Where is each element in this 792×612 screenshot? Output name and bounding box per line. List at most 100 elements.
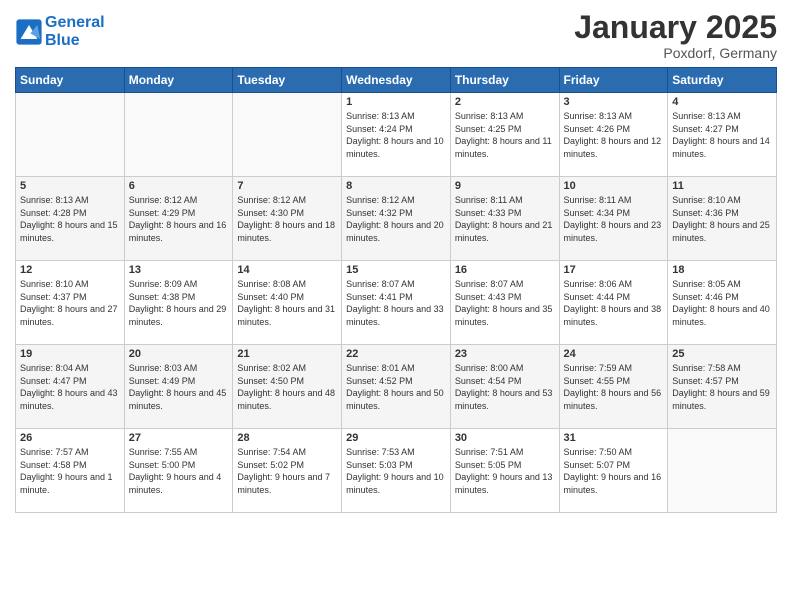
day-daylight: Daylight: 8 hours and 45 minutes. — [129, 387, 229, 412]
day-sunrise: Sunrise: 8:13 AM — [20, 194, 120, 207]
calendar-week-5: 26Sunrise: 7:57 AMSunset: 4:58 PMDayligh… — [16, 429, 777, 513]
day-number: 29 — [346, 432, 446, 444]
calendar-cell: 21Sunrise: 8:02 AMSunset: 4:50 PMDayligh… — [233, 345, 342, 429]
day-sunset: Sunset: 4:26 PM — [564, 123, 664, 136]
day-sunset: Sunset: 4:38 PM — [129, 291, 229, 304]
day-sunset: Sunset: 4:25 PM — [455, 123, 555, 136]
col-saturday: Saturday — [668, 68, 777, 93]
day-sunrise: Sunrise: 7:51 AM — [455, 446, 555, 459]
day-number: 15 — [346, 264, 446, 276]
day-sunrise: Sunrise: 8:12 AM — [237, 194, 337, 207]
location: Poxdorf, Germany — [574, 45, 777, 61]
col-tuesday: Tuesday — [233, 68, 342, 93]
day-sunrise: Sunrise: 8:05 AM — [672, 278, 772, 291]
day-daylight: Daylight: 8 hours and 14 minutes. — [672, 135, 772, 160]
day-sunset: Sunset: 5:07 PM — [564, 459, 664, 472]
day-number: 25 — [672, 348, 772, 360]
day-daylight: Daylight: 8 hours and 35 minutes. — [455, 303, 555, 328]
calendar-cell: 26Sunrise: 7:57 AMSunset: 4:58 PMDayligh… — [16, 429, 125, 513]
calendar-cell: 23Sunrise: 8:00 AMSunset: 4:54 PMDayligh… — [450, 345, 559, 429]
day-daylight: Daylight: 8 hours and 40 minutes. — [672, 303, 772, 328]
day-daylight: Daylight: 8 hours and 11 minutes. — [455, 135, 555, 160]
day-number: 8 — [346, 180, 446, 192]
day-daylight: Daylight: 8 hours and 56 minutes. — [564, 387, 664, 412]
day-number: 22 — [346, 348, 446, 360]
day-number: 23 — [455, 348, 555, 360]
calendar-cell: 19Sunrise: 8:04 AMSunset: 4:47 PMDayligh… — [16, 345, 125, 429]
calendar-cell: 1Sunrise: 8:13 AMSunset: 4:24 PMDaylight… — [342, 93, 451, 177]
calendar-cell: 30Sunrise: 7:51 AMSunset: 5:05 PMDayligh… — [450, 429, 559, 513]
day-daylight: Daylight: 8 hours and 16 minutes. — [129, 219, 229, 244]
day-sunrise: Sunrise: 7:54 AM — [237, 446, 337, 459]
header: General Blue January 2025 Poxdorf, Germa… — [15, 10, 777, 61]
day-sunrise: Sunrise: 8:11 AM — [455, 194, 555, 207]
calendar-cell: 17Sunrise: 8:06 AMSunset: 4:44 PMDayligh… — [559, 261, 668, 345]
day-number: 19 — [20, 348, 120, 360]
calendar-cell — [124, 93, 233, 177]
day-number: 1 — [346, 96, 446, 108]
day-number: 31 — [564, 432, 664, 444]
logo: General Blue — [15, 14, 105, 49]
calendar-cell: 31Sunrise: 7:50 AMSunset: 5:07 PMDayligh… — [559, 429, 668, 513]
day-sunrise: Sunrise: 8:02 AM — [237, 362, 337, 375]
day-sunrise: Sunrise: 8:13 AM — [564, 110, 664, 123]
day-daylight: Daylight: 8 hours and 33 minutes. — [346, 303, 446, 328]
calendar-cell: 27Sunrise: 7:55 AMSunset: 5:00 PMDayligh… — [124, 429, 233, 513]
day-number: 17 — [564, 264, 664, 276]
col-friday: Friday — [559, 68, 668, 93]
day-daylight: Daylight: 8 hours and 53 minutes. — [455, 387, 555, 412]
day-sunrise: Sunrise: 8:10 AM — [20, 278, 120, 291]
day-sunrise: Sunrise: 8:03 AM — [129, 362, 229, 375]
day-number: 6 — [129, 180, 229, 192]
day-sunrise: Sunrise: 7:59 AM — [564, 362, 664, 375]
day-daylight: Daylight: 8 hours and 48 minutes. — [237, 387, 337, 412]
calendar-week-3: 12Sunrise: 8:10 AMSunset: 4:37 PMDayligh… — [16, 261, 777, 345]
day-sunset: Sunset: 5:02 PM — [237, 459, 337, 472]
day-daylight: Daylight: 9 hours and 7 minutes. — [237, 471, 337, 496]
day-sunrise: Sunrise: 7:58 AM — [672, 362, 772, 375]
calendar-cell: 4Sunrise: 8:13 AMSunset: 4:27 PMDaylight… — [668, 93, 777, 177]
day-sunrise: Sunrise: 8:12 AM — [346, 194, 446, 207]
calendar-cell — [233, 93, 342, 177]
day-sunset: Sunset: 4:33 PM — [455, 207, 555, 220]
day-sunrise: Sunrise: 8:07 AM — [455, 278, 555, 291]
calendar-cell: 25Sunrise: 7:58 AMSunset: 4:57 PMDayligh… — [668, 345, 777, 429]
day-sunset: Sunset: 4:44 PM — [564, 291, 664, 304]
calendar-week-4: 19Sunrise: 8:04 AMSunset: 4:47 PMDayligh… — [16, 345, 777, 429]
day-sunrise: Sunrise: 7:55 AM — [129, 446, 229, 459]
calendar-cell: 18Sunrise: 8:05 AMSunset: 4:46 PMDayligh… — [668, 261, 777, 345]
day-daylight: Daylight: 8 hours and 12 minutes. — [564, 135, 664, 160]
day-daylight: Daylight: 8 hours and 21 minutes. — [455, 219, 555, 244]
calendar-cell: 2Sunrise: 8:13 AMSunset: 4:25 PMDaylight… — [450, 93, 559, 177]
calendar-cell — [668, 429, 777, 513]
day-sunset: Sunset: 4:36 PM — [672, 207, 772, 220]
calendar-cell — [16, 93, 125, 177]
day-number: 21 — [237, 348, 337, 360]
day-number: 18 — [672, 264, 772, 276]
col-monday: Monday — [124, 68, 233, 93]
day-sunrise: Sunrise: 8:08 AM — [237, 278, 337, 291]
day-number: 28 — [237, 432, 337, 444]
day-daylight: Daylight: 8 hours and 20 minutes. — [346, 219, 446, 244]
day-sunset: Sunset: 4:27 PM — [672, 123, 772, 136]
day-sunset: Sunset: 4:52 PM — [346, 375, 446, 388]
day-number: 26 — [20, 432, 120, 444]
day-sunrise: Sunrise: 8:12 AM — [129, 194, 229, 207]
day-sunset: Sunset: 5:00 PM — [129, 459, 229, 472]
day-sunrise: Sunrise: 8:10 AM — [672, 194, 772, 207]
weekday-row: Sunday Monday Tuesday Wednesday Thursday… — [16, 68, 777, 93]
day-sunrise: Sunrise: 8:13 AM — [346, 110, 446, 123]
day-number: 5 — [20, 180, 120, 192]
day-daylight: Daylight: 9 hours and 16 minutes. — [564, 471, 664, 496]
calendar-cell: 10Sunrise: 8:11 AMSunset: 4:34 PMDayligh… — [559, 177, 668, 261]
col-wednesday: Wednesday — [342, 68, 451, 93]
calendar-cell: 5Sunrise: 8:13 AMSunset: 4:28 PMDaylight… — [16, 177, 125, 261]
calendar-cell: 9Sunrise: 8:11 AMSunset: 4:33 PMDaylight… — [450, 177, 559, 261]
calendar-cell: 22Sunrise: 8:01 AMSunset: 4:52 PMDayligh… — [342, 345, 451, 429]
day-sunrise: Sunrise: 8:09 AM — [129, 278, 229, 291]
calendar-cell: 24Sunrise: 7:59 AMSunset: 4:55 PMDayligh… — [559, 345, 668, 429]
day-number: 13 — [129, 264, 229, 276]
calendar-cell: 16Sunrise: 8:07 AMSunset: 4:43 PMDayligh… — [450, 261, 559, 345]
day-number: 30 — [455, 432, 555, 444]
day-daylight: Daylight: 9 hours and 10 minutes. — [346, 471, 446, 496]
